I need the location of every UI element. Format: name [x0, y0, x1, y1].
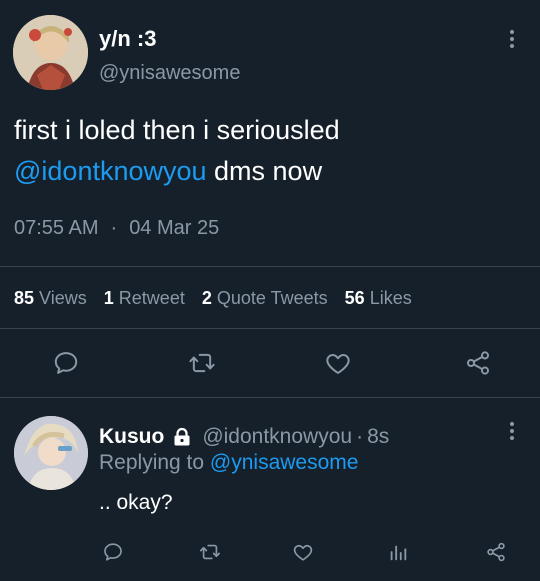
- replying-label: Replying to: [99, 451, 210, 474]
- views-button[interactable]: [384, 538, 412, 566]
- separator: ·: [110, 217, 118, 239]
- like-icon: [293, 544, 313, 561]
- dot-icon: [510, 422, 514, 426]
- more-options-button[interactable]: [502, 419, 522, 443]
- views-label: Views: [39, 288, 87, 308]
- share-icon: [487, 542, 505, 562]
- dot-icon: [510, 429, 514, 433]
- like-button[interactable]: [320, 345, 356, 381]
- time: 07:55 AM: [14, 217, 99, 239]
- retweet-button[interactable]: [184, 345, 220, 381]
- retweet-icon: [189, 353, 215, 373]
- mention-link[interactable]: @idontknowyou: [14, 156, 207, 186]
- tweet-text-rest: dms now: [206, 156, 323, 186]
- avatar[interactable]: [13, 15, 88, 90]
- retweets-label: Retweet: [118, 288, 185, 308]
- retweets-stat[interactable]: 1 Retweet: [104, 288, 190, 308]
- share-button[interactable]: [482, 538, 510, 566]
- reply-display-name[interactable]: Kusuo: [99, 424, 164, 450]
- date: 04 Mar 25: [129, 217, 220, 239]
- reply-icon: [54, 352, 78, 374]
- handle[interactable]: @ynisawesome: [99, 60, 240, 86]
- reply-header: Kusuo @idontknowyou · 8s: [99, 424, 389, 450]
- avatar-image: [13, 15, 88, 90]
- retweets-count: 1: [103, 288, 114, 308]
- timestamp[interactable]: 07:55 AM · 04 Mar 25: [14, 216, 219, 240]
- like-icon: [326, 354, 350, 374]
- stats-row: 85 Views 1 Retweet 2 Quote Tweets 56 Lik…: [14, 287, 412, 309]
- dot-icon: [510, 436, 514, 440]
- like-button[interactable]: [289, 538, 317, 566]
- divider: [0, 328, 540, 329]
- reply-button[interactable]: [48, 345, 84, 381]
- reply-text: .. okay?: [99, 491, 173, 514]
- share-button[interactable]: [460, 345, 496, 381]
- more-options-button[interactable]: [502, 27, 522, 51]
- reply-button[interactable]: [99, 538, 127, 566]
- reply-avatar[interactable]: [14, 416, 88, 490]
- reply-time[interactable]: 8s: [367, 424, 389, 450]
- dot-icon: [510, 30, 514, 34]
- retweet-button[interactable]: [196, 538, 224, 566]
- display-name[interactable]: y/n :3: [99, 26, 156, 52]
- replying-handle-link[interactable]: @ynisawesome: [210, 451, 359, 474]
- divider: [0, 397, 540, 398]
- views-stat: 85 Views: [14, 288, 92, 308]
- separator: ·: [356, 425, 364, 448]
- replying-to: Replying to @ynisawesome: [99, 450, 358, 476]
- dot-icon: [510, 44, 514, 48]
- views-count: 85: [14, 288, 35, 308]
- reply-icon: [104, 543, 122, 561]
- tweet-text-line-1: first i loled then i seriousled: [14, 115, 340, 145]
- views-icon: [390, 545, 407, 561]
- retweet-icon: [200, 544, 220, 560]
- share-icon: [466, 351, 490, 375]
- divider: [0, 266, 540, 267]
- reply-handle[interactable]: @idontknowyou: [202, 424, 352, 450]
- likes-stat[interactable]: 56 Likes: [345, 288, 412, 308]
- lock-icon: [174, 427, 190, 446]
- quotes-stat[interactable]: 2 Quote Tweets: [202, 288, 333, 308]
- quotes-label: Quote Tweets: [216, 288, 328, 308]
- tweet-text-line-2: @idontknowyou dms now: [14, 154, 322, 188]
- likes-count: 56: [344, 288, 365, 308]
- dot-icon: [510, 37, 514, 41]
- likes-label: Likes: [369, 288, 412, 308]
- quotes-count: 2: [201, 288, 212, 308]
- avatar-image: [14, 416, 88, 490]
